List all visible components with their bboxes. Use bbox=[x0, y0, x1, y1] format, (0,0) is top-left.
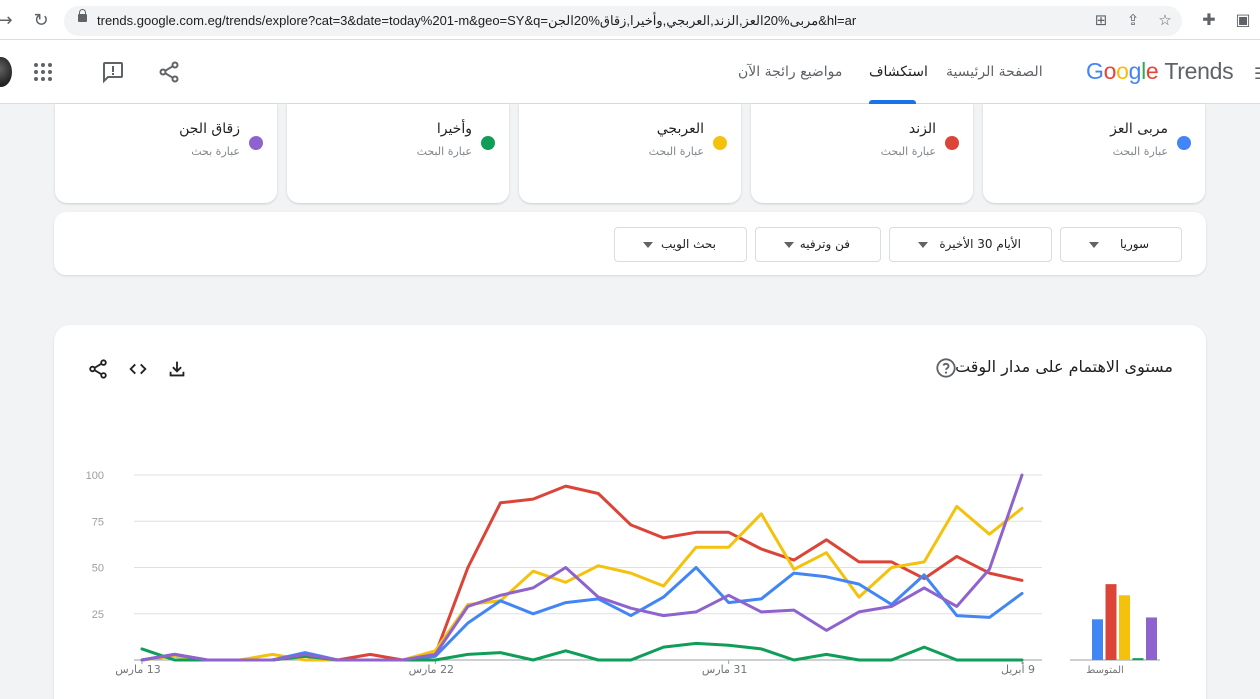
trends-header: مواضيع رائجة الآن استكشاف الصفحة الرئيسي… bbox=[0, 40, 1260, 104]
interest-line-chart[interactable]: 25 50 75 100 13 مارس 22 مارس 31 مارس 9 أبريل الم… bbox=[54, 325, 1206, 699]
reload-icon[interactable]: ↻ bbox=[30, 10, 52, 32]
side-panel-icon[interactable]: ▣ bbox=[1234, 10, 1252, 30]
y-tick-label: 25 bbox=[92, 609, 104, 621]
search-type-select-value: بحث الويب bbox=[661, 237, 716, 251]
url-text[interactable]: trends.google.com.eg/trends/explore?cat=… bbox=[97, 13, 856, 29]
logo-letter: o bbox=[1103, 58, 1117, 84]
chevron-down-icon bbox=[643, 242, 653, 248]
feedback-icon[interactable] bbox=[101, 60, 125, 84]
term-color-dot bbox=[713, 136, 727, 150]
term-color-dot bbox=[1177, 136, 1191, 150]
term-color-dot bbox=[945, 136, 959, 150]
chevron-down-icon bbox=[1089, 242, 1099, 248]
term-color-dot bbox=[249, 136, 263, 150]
bookmark-star-icon[interactable]: ☆ bbox=[1156, 11, 1174, 29]
term-type: عبارة البحث bbox=[416, 145, 472, 158]
forward-icon[interactable]: → bbox=[0, 10, 16, 32]
period-select[interactable]: الأيام 30 الأخيرة bbox=[889, 227, 1052, 262]
menu-icon[interactable]: ☰ bbox=[1254, 64, 1260, 83]
y-tick-label: 75 bbox=[92, 516, 104, 528]
category-select-value: فن وترفيه bbox=[799, 237, 850, 251]
logo-trends-word: Trends bbox=[1164, 58, 1234, 84]
x-tick-label: 9 أبريل bbox=[1001, 662, 1035, 676]
term-type: عبارة البحث bbox=[880, 145, 936, 158]
chevron-down-icon bbox=[918, 242, 928, 248]
x-tick-label: 31 مارس bbox=[702, 663, 747, 676]
period-select-value: الأيام 30 الأخيرة bbox=[939, 237, 1021, 251]
term-card-2[interactable]: الزند عبارة البحث bbox=[751, 104, 973, 203]
average-label: المتوسط bbox=[1086, 665, 1124, 676]
filter-bar: سوريا الأيام 30 الأخيرة فن وترفيه بحث ال… bbox=[54, 212, 1206, 275]
term-type: عبارة البحث bbox=[648, 145, 704, 158]
logo-letter: g bbox=[1128, 58, 1142, 84]
series-line-4 bbox=[140, 641, 1024, 662]
term-type: عبارة بحث bbox=[191, 145, 240, 158]
translate-icon[interactable]: ⊞ bbox=[1092, 11, 1110, 29]
logo-letter: o bbox=[1116, 58, 1129, 84]
term-color-dot bbox=[481, 136, 495, 150]
average-bar-5 bbox=[1146, 617, 1157, 660]
average-bar-3 bbox=[1119, 595, 1130, 660]
logo-letter: e bbox=[1145, 58, 1159, 84]
lock-icon[interactable] bbox=[78, 9, 87, 22]
avatar[interactable] bbox=[0, 57, 12, 87]
category-select[interactable]: فن وترفيه bbox=[755, 227, 881, 262]
google-trends-logo[interactable]: Google Trends bbox=[1086, 58, 1234, 85]
term-type: عبارة البحث bbox=[1112, 145, 1168, 158]
share-page-icon[interactable]: ⇪ bbox=[1124, 11, 1142, 29]
share-icon[interactable] bbox=[157, 60, 181, 84]
term-name[interactable]: العربجي bbox=[657, 121, 704, 137]
term-name[interactable]: مربى العز bbox=[1110, 121, 1168, 137]
term-name[interactable]: زقاق الجن bbox=[179, 121, 240, 137]
average-bar-4 bbox=[1132, 658, 1144, 661]
chevron-down-icon bbox=[784, 242, 794, 248]
region-select-value: سوريا bbox=[1119, 237, 1149, 251]
tab-home[interactable]: الصفحة الرئيسية bbox=[946, 64, 1043, 80]
y-tick-label: 100 bbox=[86, 470, 104, 482]
average-bar-2 bbox=[1105, 584, 1117, 660]
x-tick-label: 22 مارس bbox=[409, 663, 454, 676]
average-bar-1 bbox=[1092, 619, 1103, 660]
term-card-4[interactable]: وأخيرا عبارة البحث bbox=[287, 104, 509, 203]
tab-trending-now[interactable]: مواضيع رائجة الآن bbox=[738, 64, 842, 80]
term-card-5[interactable]: زقاق الجن عبارة بحث bbox=[55, 104, 277, 203]
term-name[interactable]: وأخيرا bbox=[437, 121, 472, 137]
x-tick-label: 13 مارس bbox=[115, 663, 160, 676]
term-name[interactable]: الزند bbox=[909, 121, 936, 137]
y-tick-label: 50 bbox=[92, 563, 104, 575]
search-type-select[interactable]: بحث الويب bbox=[614, 227, 747, 262]
term-card-3[interactable]: العربجي عبارة البحث bbox=[519, 104, 741, 203]
term-card-1[interactable]: مربى العز عبارة البحث bbox=[983, 104, 1205, 203]
tab-explore[interactable]: استكشاف bbox=[869, 64, 928, 80]
logo-letter: G bbox=[1086, 58, 1104, 84]
address-bar[interactable]: trends.google.com.eg/trends/explore?cat=… bbox=[64, 6, 1182, 36]
extensions-icon[interactable]: ✚ bbox=[1200, 10, 1218, 30]
browser-toolbar: → ↻ trends.google.com.eg/trends/explore?… bbox=[0, 0, 1260, 40]
region-select[interactable]: سوريا bbox=[1060, 227, 1182, 262]
apps-grid-icon[interactable] bbox=[34, 63, 52, 81]
interest-over-time-card: مستوى الاهتمام على مدار الوقت 25 50 75 100 1… bbox=[54, 325, 1206, 699]
